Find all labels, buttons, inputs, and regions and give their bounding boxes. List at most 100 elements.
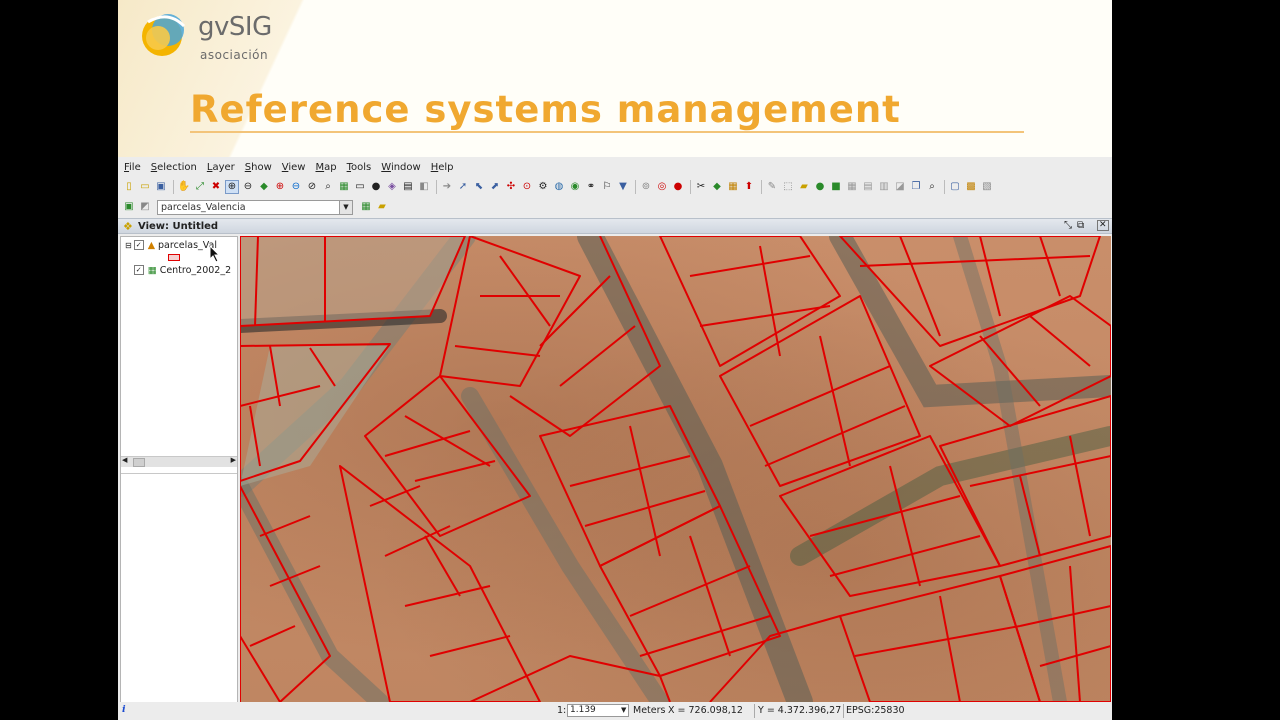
menu-tools[interactable]: Tools <box>347 162 372 173</box>
map-canvas[interactable] <box>240 236 1111 702</box>
collapse-icon[interactable]: ⊟ <box>125 241 132 250</box>
window-icon[interactable]: ▢ <box>948 180 962 194</box>
select-circle-icon[interactable]: ✣ <box>504 180 518 194</box>
zoom-layer-icon[interactable]: ⌕ <box>321 180 335 194</box>
edit-2-icon[interactable]: ⬚ <box>781 180 795 194</box>
edit-layer-icon[interactable]: ▣ <box>122 200 136 214</box>
view-window-titlebar[interactable]: ❖ View: Untitled ⤡ ⧉ ✕ <box>118 218 1112 234</box>
square-icon[interactable]: ■ <box>829 180 843 194</box>
layer-folder-icon[interactable]: ▰ <box>375 200 389 214</box>
select-polygon-icon[interactable]: ⬈ <box>488 180 502 194</box>
layer-visibility-checkbox[interactable]: ✓ <box>133 240 144 250</box>
geoprocess-icon[interactable]: ◆ <box>710 180 724 194</box>
maximize-icon[interactable]: ⧉ <box>1077 220 1084 231</box>
gvsig-logo-mark-icon <box>142 14 186 56</box>
toolbar-separator <box>944 180 945 194</box>
toc-layer-row[interactable]: ⊟ ✓ ▲ parcelas_Val <box>125 239 217 251</box>
toc-layer-label[interactable]: Centro_2002_2 <box>160 265 231 276</box>
hyperlink-icon[interactable]: ⚐ <box>600 180 614 194</box>
scale-icon[interactable]: ◪ <box>893 180 907 194</box>
edit-icon[interactable]: ✎ <box>765 180 779 194</box>
zoom-in-icon[interactable]: ⊕ <box>225 180 239 194</box>
stack-icon[interactable]: ▤ <box>861 180 875 194</box>
menu-layer[interactable]: Layer <box>207 162 235 173</box>
main-toolbar: ▯ ▭ ▣ ✋ ⤢ ✖ ⊕ ⊖ ◆ ⊕ ⊖ ⊘ ⌕ ▦ ▭ ● ◈ ▤ ◧ ➔ … <box>122 178 996 196</box>
globe-2-icon[interactable]: ◉ <box>568 180 582 194</box>
locator-icon[interactable]: ▦ <box>337 180 351 194</box>
menu-view[interactable]: View <box>282 162 306 173</box>
scale-input[interactable]: 1.139 <box>567 704 629 717</box>
select-arrow-icon[interactable]: ➔ <box>440 180 454 194</box>
status-divider <box>843 704 844 718</box>
filter-icon[interactable]: ▼ <box>616 180 630 194</box>
symbol-swatch[interactable] <box>168 254 180 261</box>
info-icon[interactable]: ● <box>369 180 383 194</box>
scroll-left-icon[interactable]: ◀ <box>122 456 127 464</box>
pan-icon[interactable]: ✋ <box>177 180 191 194</box>
view-icon: ❖ <box>123 220 133 233</box>
slide-title: Reference systems management <box>190 88 901 131</box>
snap-icon[interactable]: ⊚ <box>639 180 653 194</box>
target-icon[interactable]: ◎ <box>655 180 669 194</box>
zoom-select-icon[interactable]: ✖ <box>209 180 223 194</box>
scroll-right-icon[interactable]: ▶ <box>231 456 236 464</box>
layer-type-icon: ◩ <box>140 201 150 212</box>
menu-show[interactable]: Show <box>245 162 272 173</box>
stop-icon[interactable]: ● <box>671 180 685 194</box>
print-icon[interactable]: ▤ <box>401 180 415 194</box>
y-coordinate: Y = 4.372.396,27 <box>758 705 842 716</box>
export-icon[interactable]: ◧ <box>417 180 431 194</box>
folder-icon[interactable]: ▰ <box>797 180 811 194</box>
toc-tree: ⊟ ✓ ▲ parcelas_Val ⊟ ✓ ▦ Centro_2002_2 <box>121 237 237 455</box>
scrollbar-thumb[interactable] <box>133 458 145 467</box>
toc-layer-row[interactable]: ⊟ ✓ ▦ Centro_2002_2 <box>125 264 231 276</box>
tools-icon[interactable]: ✂ <box>694 180 708 194</box>
new-icon[interactable]: ▯ <box>122 180 136 194</box>
layer-visibility-checkbox[interactable]: ✓ <box>133 265 144 275</box>
zoom-previous-icon[interactable]: ⊘ <box>305 180 319 194</box>
menu-file[interactable]: File <box>124 162 141 173</box>
zoom-minus-icon[interactable]: ⊖ <box>289 180 303 194</box>
chevron-down-icon[interactable]: ▼ <box>339 200 352 214</box>
stamp-icon[interactable]: ▧ <box>980 180 994 194</box>
table-icon[interactable]: ▦ <box>726 180 740 194</box>
menu-window[interactable]: Window <box>381 162 420 173</box>
logo-name: gvSIG <box>198 12 272 42</box>
select-attr-icon[interactable]: ⚙ <box>536 180 550 194</box>
minimize-icon[interactable]: ⤡ <box>1064 220 1072 231</box>
status-divider <box>754 704 755 718</box>
layers-icon[interactable]: ◆ <box>257 180 271 194</box>
menu-selection[interactable]: Selection <box>151 162 197 173</box>
open-icon[interactable]: ▭ <box>138 180 152 194</box>
gvsig-application: File Selection Layer Show View Map Tools… <box>118 157 1112 720</box>
toc-horizontal-scrollbar[interactable]: ◀ ▶ <box>121 456 237 467</box>
measure-area-icon[interactable]: ◈ <box>385 180 399 194</box>
active-layer-select[interactable]: parcelas_Valencia ▼ <box>157 199 353 215</box>
plaza-area <box>240 236 465 486</box>
chart-icon[interactable]: ▥ <box>877 180 891 194</box>
frame-icon[interactable]: ▭ <box>353 180 367 194</box>
select-buffer-icon[interactable]: ⊙ <box>520 180 534 194</box>
menu-help[interactable]: Help <box>431 162 454 173</box>
zoom-plus-icon[interactable]: ⊕ <box>273 180 287 194</box>
close-icon[interactable]: ✕ <box>1097 220 1109 231</box>
import-icon[interactable]: ⬆ <box>742 180 756 194</box>
find-icon[interactable]: ⌕ <box>925 180 939 194</box>
chess-icon[interactable]: ▩ <box>964 180 978 194</box>
menu-map[interactable]: Map <box>315 162 336 173</box>
toolbar-separator <box>635 180 636 194</box>
link-icon[interactable]: ⚭ <box>584 180 598 194</box>
zoom-extent-icon[interactable]: ⤢ <box>193 180 207 194</box>
gvsig-logo: gvSIG asociación <box>138 8 298 64</box>
save-icon[interactable]: ▣ <box>154 180 168 194</box>
zoom-out-icon[interactable]: ⊖ <box>241 180 255 194</box>
ball-icon[interactable]: ● <box>813 180 827 194</box>
grid-icon[interactable]: ▦ <box>845 180 859 194</box>
title-underline <box>190 131 1024 133</box>
copy-icon[interactable]: ❐ <box>909 180 923 194</box>
layer-props-icon[interactable]: ▦ <box>359 200 373 214</box>
chevron-down-icon[interactable]: ▼ <box>621 704 630 717</box>
select-rect-icon[interactable]: ⬉ <box>472 180 486 194</box>
select-point-icon[interactable]: ➚ <box>456 180 470 194</box>
globe-icon[interactable]: ◍ <box>552 180 566 194</box>
